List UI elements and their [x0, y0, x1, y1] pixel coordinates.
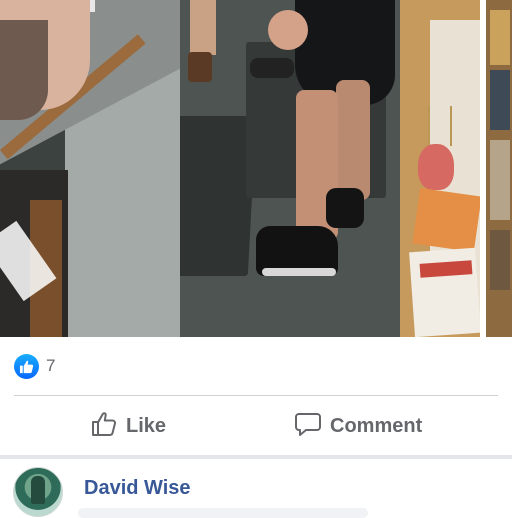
section-divider	[0, 455, 512, 459]
post-actions: Like Comment	[0, 400, 512, 452]
comment-author-name[interactable]: David Wise	[84, 477, 191, 500]
avatar[interactable]	[13, 467, 63, 517]
post-photo[interactable]	[0, 0, 512, 337]
vase	[418, 144, 454, 190]
thumbs-up-icon	[14, 353, 39, 379]
like-label: Like	[126, 414, 167, 437]
reaction-count: 7	[46, 356, 56, 375]
comment-bubble	[78, 508, 368, 518]
reactions-summary[interactable]: 7	[14, 353, 55, 379]
like-button[interactable]: Like	[90, 406, 166, 446]
comment-bubble-icon	[294, 410, 322, 443]
thumbs-up-outline-icon	[90, 410, 118, 443]
comment-label: Comment	[330, 414, 423, 437]
divider	[14, 395, 498, 396]
comment-button[interactable]: Comment	[294, 406, 422, 446]
